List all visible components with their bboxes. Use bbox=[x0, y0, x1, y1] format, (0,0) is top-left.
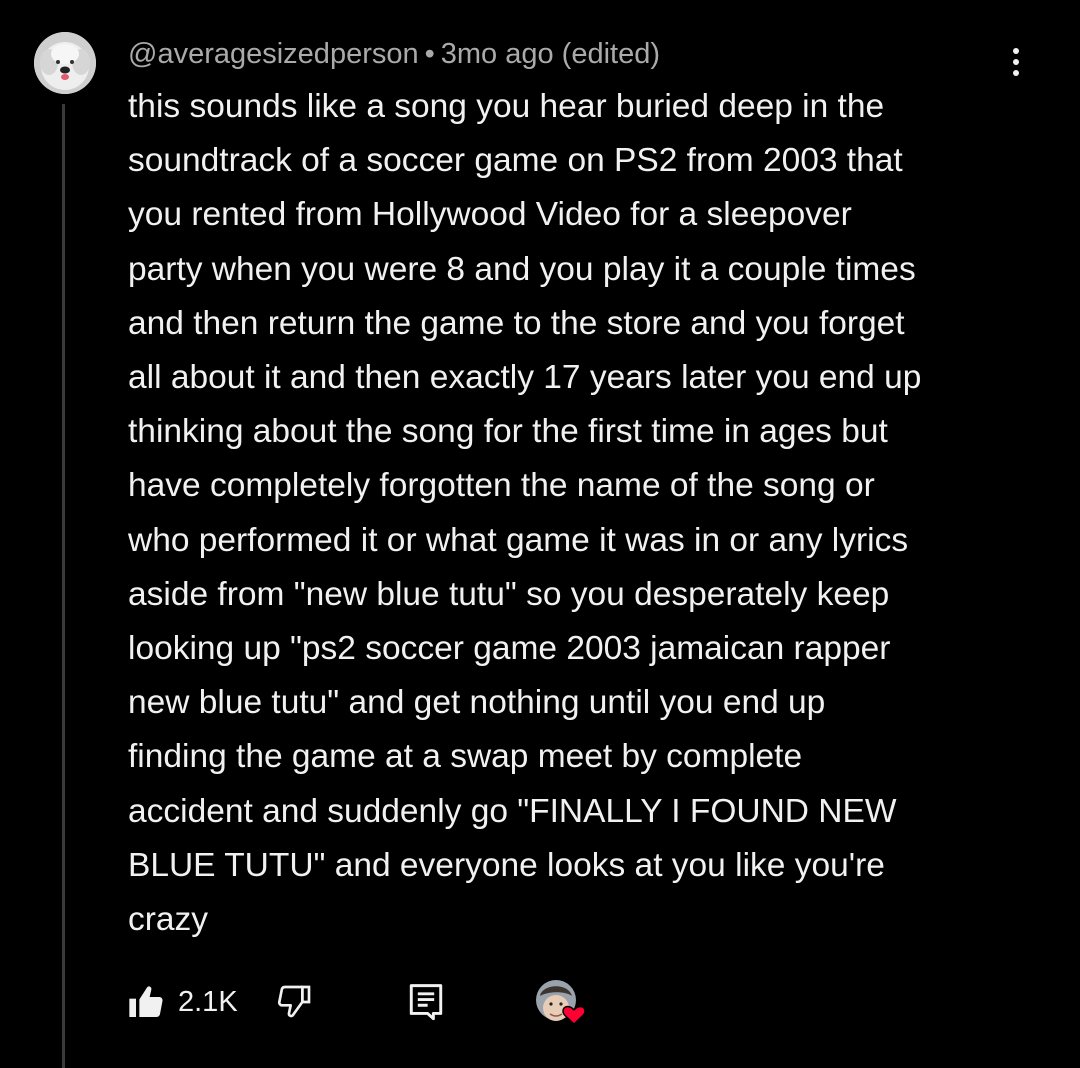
thumbs-up-icon bbox=[129, 986, 163, 1017]
comment-line: looking up "ps2 soccer game 2003 jamaica… bbox=[128, 630, 891, 668]
reply-button[interactable] bbox=[408, 982, 444, 1022]
meta-separator: • bbox=[424, 38, 435, 70]
comment-line: who performed it or what game it was in … bbox=[128, 521, 909, 559]
comment-line: this sounds like a song you hear buried … bbox=[128, 88, 885, 125]
more-options-icon bbox=[1013, 48, 1019, 54]
comment-line: soundtrack of a soccer game on PS2 from … bbox=[128, 142, 903, 180]
comment-text: this sounds like a song you hear buried … bbox=[128, 80, 1028, 947]
comment-timestamp: 3mo ago (edited) bbox=[440, 38, 661, 70]
comment-line: you rented from Hollywood Video for a sl… bbox=[128, 196, 852, 234]
avatar[interactable] bbox=[34, 32, 96, 94]
comment-line: crazy bbox=[128, 901, 209, 939]
comment-actions: 2.1K bbox=[126, 976, 626, 1028]
creator-heart-badge[interactable] bbox=[532, 978, 588, 1028]
like-count: 2.1K bbox=[178, 986, 238, 1018]
thread-line bbox=[62, 104, 65, 1068]
more-options-button[interactable] bbox=[1000, 42, 1032, 82]
comment-line: party when you were 8 and you play it a … bbox=[128, 250, 916, 288]
comment-line: aside from "new blue tutu" so you desper… bbox=[128, 575, 890, 613]
comment-line: accident and suddenly go "FINALLY I FOUN… bbox=[128, 792, 897, 830]
like-button[interactable] bbox=[126, 982, 166, 1022]
dislike-button[interactable] bbox=[274, 982, 314, 1022]
comment-line: new blue tutu" and get nothing until you… bbox=[128, 684, 826, 722]
comment-meta: @averagesizedperson • 3mo ago (edited) bbox=[128, 36, 660, 72]
comment-line: finding the game at a swap meet by compl… bbox=[128, 738, 803, 776]
comment-line: BLUE TUTU" and everyone looks at you lik… bbox=[128, 846, 885, 884]
comment-line: all about it and then exactly 17 years l… bbox=[128, 359, 922, 397]
comment-line: have completely forgotten the name of th… bbox=[128, 467, 875, 505]
sheepdog-avatar-image bbox=[34, 32, 96, 94]
comment-line: thinking about the song for the first ti… bbox=[128, 413, 888, 451]
author-name[interactable]: @averagesizedperson bbox=[128, 38, 419, 70]
thumbs-down-icon bbox=[277, 985, 311, 1018]
reply-icon bbox=[409, 984, 443, 1021]
comment-line: and then return the game to the store an… bbox=[128, 304, 905, 342]
creator-heart-icon bbox=[536, 980, 586, 1026]
